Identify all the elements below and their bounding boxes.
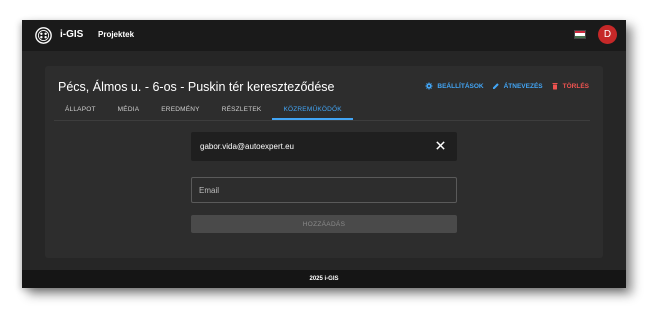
app-brand[interactable]: i-GIS <box>60 29 83 40</box>
trash-icon <box>552 83 558 90</box>
app-window: i-GIS Projektek D Pécs, Álmos u. - 6-os … <box>22 20 626 288</box>
delete-label: TÖRLÉS <box>562 82 589 90</box>
project-actions: BEÁLLÍTÁSOK ÁTNEVEZÉS TÖRLÉS <box>425 82 589 90</box>
tabs-divider <box>54 120 590 121</box>
user-avatar[interactable]: D <box>598 25 617 44</box>
collaborator-email: gabor.vida@autoexpert.eu <box>200 142 294 151</box>
email-field[interactable] <box>191 177 457 203</box>
rename-button[interactable]: ÁTNEVEZÉS <box>492 82 543 90</box>
tab-kozremukodok[interactable]: KÖZREMŰKÖDŐK <box>272 100 353 120</box>
app-logo-icon[interactable] <box>35 27 52 44</box>
project-card: Pécs, Álmos u. - 6-os - Puskin tér keres… <box>45 66 603 258</box>
footer: 2025 i-GIS <box>22 270 626 288</box>
page-title: Pécs, Álmos u. - 6-os - Puskin tér keres… <box>58 80 335 94</box>
tab-media[interactable]: MÉDIA <box>107 100 151 120</box>
settings-button[interactable]: BEÁLLÍTÁSOK <box>425 82 484 90</box>
close-icon[interactable] <box>435 140 446 151</box>
nav-link-projects[interactable]: Projektek <box>98 30 134 39</box>
tab-reszletek[interactable]: RÉSZLETEK <box>211 100 273 120</box>
delete-button[interactable]: TÖRLÉS <box>551 82 589 90</box>
add-collaborator-button[interactable]: HOZZÁADÁS <box>191 215 457 233</box>
gear-icon <box>425 82 433 90</box>
pencil-icon <box>492 83 499 89</box>
rename-label: ÁTNEVEZÉS <box>503 82 543 90</box>
collaborator-item: gabor.vida@autoexpert.eu <box>191 132 457 161</box>
tab-eredmeny[interactable]: EREDMÉNY <box>150 100 210 120</box>
project-tabs: ÁLLAPOT MÉDIA EREDMÉNY RÉSZLETEK KÖZREMŰ… <box>54 100 353 120</box>
tab-allapot[interactable]: ÁLLAPOT <box>54 100 107 120</box>
app-bar: i-GIS Projektek D <box>22 20 626 51</box>
hungarian-flag-icon[interactable] <box>574 30 586 39</box>
settings-label: BEÁLLÍTÁSOK <box>437 82 484 90</box>
